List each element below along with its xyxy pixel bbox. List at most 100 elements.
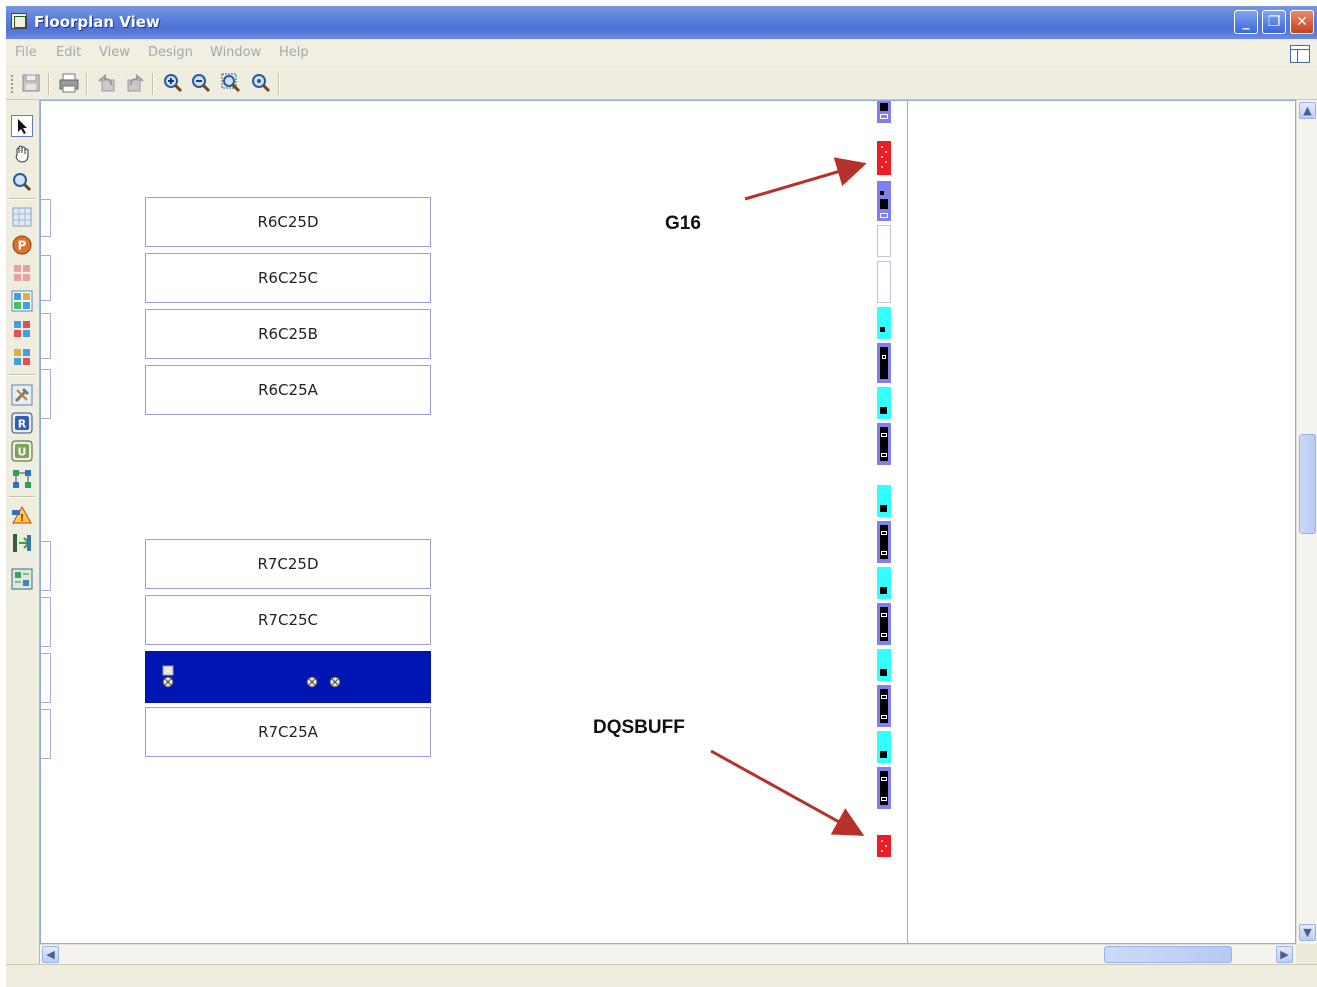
menu-edit[interactable]: Edit	[56, 45, 81, 60]
status-bar	[6, 964, 1317, 987]
pio-block[interactable]	[877, 343, 891, 383]
dqsbuff-label: DQSBUFF	[593, 717, 685, 738]
left-toolbar-separator	[9, 496, 35, 498]
slice-r7c25d[interactable]: R7C25D	[145, 539, 431, 589]
slice-selected[interactable]	[145, 651, 431, 703]
toolbar-grip[interactable]	[11, 75, 16, 93]
close-button[interactable]: ✕	[1290, 10, 1314, 34]
g16-label: G16	[665, 213, 701, 234]
select-arrow-icon[interactable]	[11, 115, 33, 137]
pio-block[interactable]	[877, 307, 891, 339]
route-icon[interactable]	[11, 468, 33, 490]
scroll-left-icon[interactable]: ◀	[42, 946, 59, 963]
menu-window[interactable]: Window	[210, 45, 261, 60]
floorplan-window: Floorplan View _ ❐ ✕ File Edit View Desi…	[6, 6, 1317, 987]
edge-slice[interactable]	[41, 709, 51, 759]
pio-block[interactable]	[877, 567, 891, 599]
menu-help[interactable]: Help	[279, 45, 309, 60]
scroll-right-icon[interactable]: ▶	[1276, 946, 1293, 963]
slice-r6c25d[interactable]: R6C25D	[145, 197, 431, 247]
pio-block[interactable]	[877, 225, 891, 257]
zoom-fit-icon[interactable]	[220, 72, 242, 94]
app-icon	[11, 13, 27, 29]
pio-block[interactable]	[877, 603, 891, 645]
print-icon[interactable]	[58, 72, 80, 94]
import-icon[interactable]	[11, 532, 33, 554]
svg-text:P: P	[18, 239, 27, 253]
floorplan-canvas[interactable]: R6C25D R6C25C R6C25B R6C25A R7C25D R7C25…	[40, 100, 1296, 944]
p-icon[interactable]: P	[11, 234, 33, 256]
canvas-divider-line	[907, 101, 908, 943]
warning-icon[interactable]: !	[11, 504, 33, 526]
edge-slice[interactable]	[41, 199, 51, 237]
left-toolbar-separator	[9, 198, 35, 200]
save-icon[interactable]	[20, 72, 42, 94]
edge-slice[interactable]	[41, 653, 51, 703]
scroll-up-icon[interactable]: ▲	[1299, 102, 1316, 119]
menu-file[interactable]: File	[15, 45, 37, 60]
left-toolbar: P R U !	[6, 100, 40, 970]
edge-slice[interactable]	[41, 313, 51, 359]
pio-block[interactable]	[877, 521, 891, 563]
horizontal-scrollbar[interactable]: ◀ ▶	[40, 944, 1296, 964]
slice-r6c25c[interactable]: R6C25C	[145, 253, 431, 303]
pio-block[interactable]	[877, 423, 891, 465]
pan-hand-icon[interactable]	[11, 143, 33, 165]
zoom-in-icon[interactable]	[162, 72, 184, 94]
edge-slice[interactable]	[41, 597, 51, 647]
layout3-icon[interactable]	[11, 346, 33, 368]
toolbar-separator	[86, 73, 88, 95]
grid-icon[interactable]	[11, 206, 33, 228]
slice-r6c25a[interactable]: R6C25A	[145, 365, 431, 415]
pio-block[interactable]	[877, 261, 891, 303]
svg-text:!: !	[20, 513, 25, 524]
toolbar-separator	[48, 73, 50, 95]
pio-block[interactable]	[877, 387, 891, 419]
minimize-button[interactable]: _	[1234, 10, 1258, 34]
pio-block[interactable]	[877, 685, 891, 727]
layout-icon[interactable]	[11, 290, 33, 312]
left-toolbar-separator	[9, 374, 35, 376]
horizontal-scroll-thumb[interactable]	[1104, 946, 1232, 963]
slice-r7c25a[interactable]: R7C25A	[145, 707, 431, 757]
pio-block[interactable]	[877, 485, 891, 517]
toolbar-separator	[152, 73, 154, 95]
zoom-area-icon[interactable]	[250, 72, 272, 94]
zoom-icon[interactable]	[11, 171, 33, 193]
main-toolbar	[6, 67, 1317, 100]
r-icon[interactable]: R	[11, 412, 33, 434]
group-icon[interactable]	[11, 262, 33, 284]
vertical-scrollbar[interactable]: ▲ ▼	[1296, 100, 1317, 944]
pio-dqsbuff-highlight[interactable]	[877, 835, 891, 857]
zoom-out-icon[interactable]	[190, 72, 212, 94]
menu-view[interactable]: View	[99, 45, 130, 60]
svg-text:R: R	[18, 418, 27, 431]
tools-icon[interactable]	[11, 384, 33, 406]
slice-r6c25b[interactable]: R6C25B	[145, 309, 431, 359]
slice-r7c25c[interactable]: R7C25C	[145, 595, 431, 645]
pio-block[interactable]	[877, 101, 891, 123]
scroll-down-icon[interactable]: ▼	[1299, 924, 1316, 941]
edge-slice[interactable]	[41, 541, 51, 591]
pio-block[interactable]	[877, 731, 891, 763]
svg-text:U: U	[18, 446, 27, 459]
title-bar[interactable]: Floorplan View _ ❐ ✕	[6, 6, 1317, 39]
menu-design[interactable]: Design	[148, 45, 193, 60]
toolbar-separator	[278, 73, 280, 95]
undo-icon[interactable]	[96, 72, 118, 94]
u-icon[interactable]: U	[11, 440, 33, 462]
menu-bar: File Edit View Design Window Help	[6, 40, 1317, 66]
edge-slice[interactable]	[41, 369, 51, 419]
pio-g16-highlight[interactable]	[877, 141, 891, 175]
map-icon[interactable]	[11, 568, 33, 590]
redo-icon[interactable]	[124, 72, 146, 94]
layout-panel-icon[interactable]	[1290, 45, 1310, 63]
restore-button[interactable]: ❐	[1262, 10, 1286, 34]
pio-block[interactable]	[877, 649, 891, 681]
pio-block[interactable]	[877, 767, 891, 809]
vertical-scroll-thumb[interactable]	[1299, 434, 1316, 534]
layout2-icon[interactable]	[11, 318, 33, 340]
edge-slice[interactable]	[41, 255, 51, 301]
pio-block[interactable]	[877, 181, 891, 221]
window-title: Floorplan View	[34, 13, 160, 31]
